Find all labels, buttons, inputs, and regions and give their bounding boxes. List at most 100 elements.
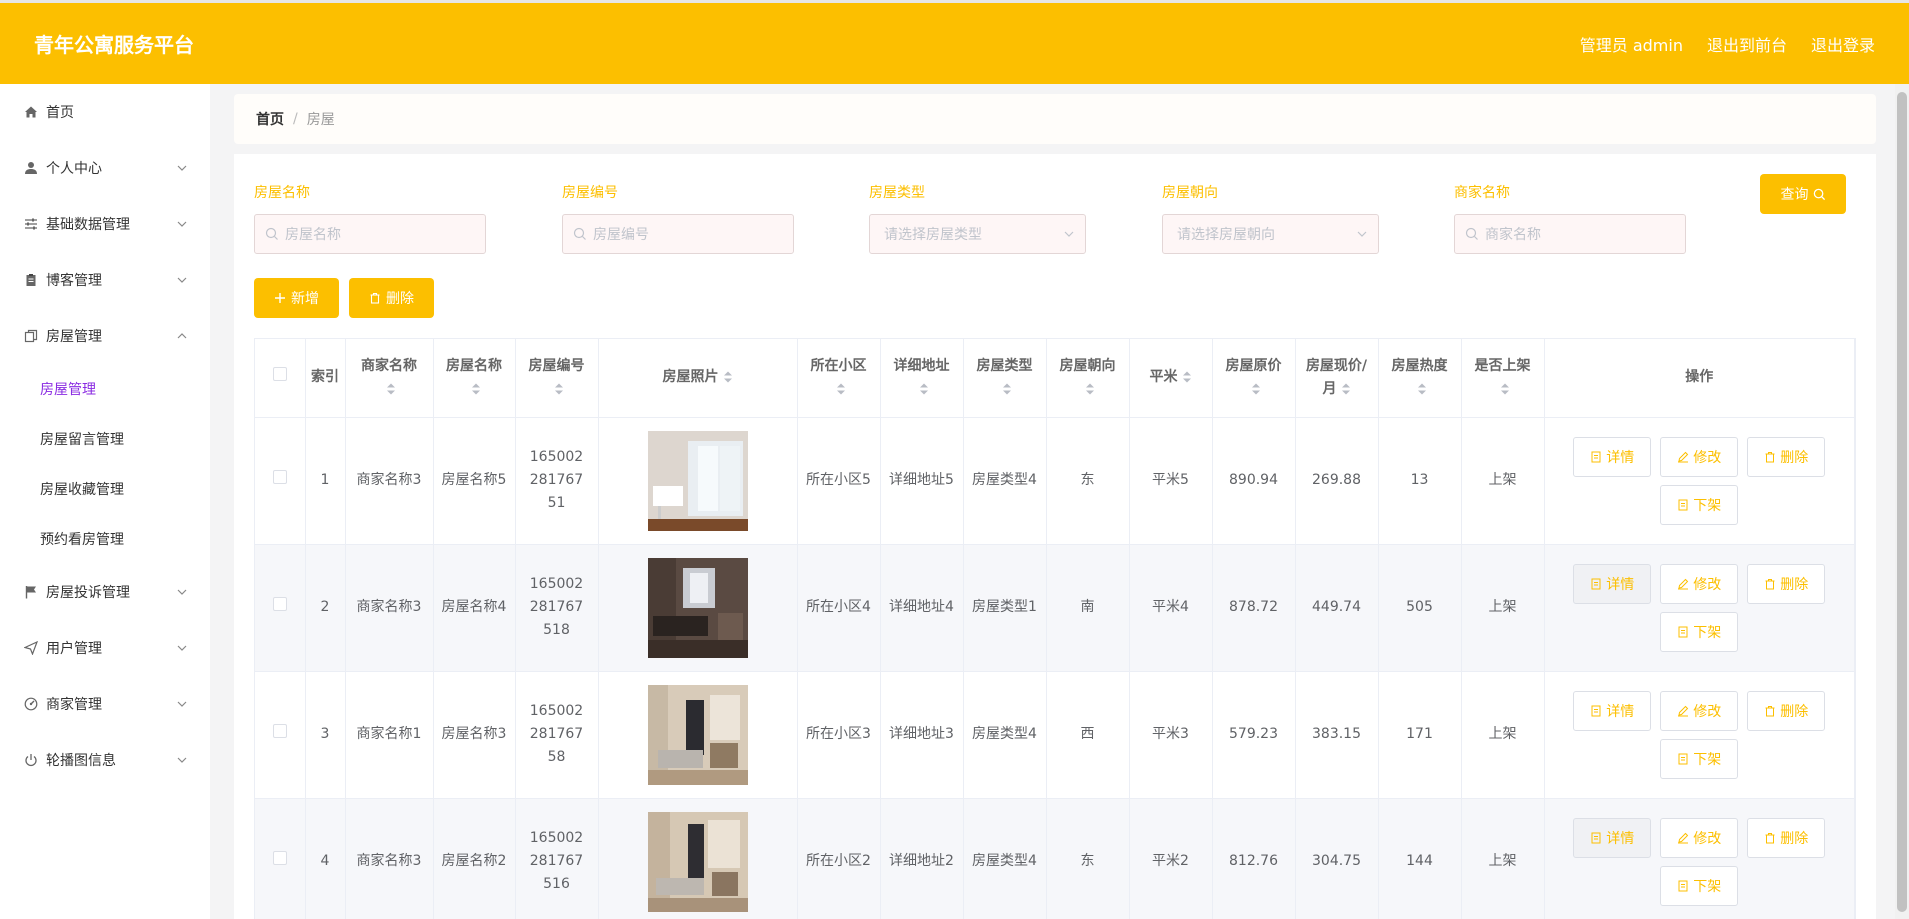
house-name-input[interactable]: 房屋名称	[254, 214, 486, 254]
unlist-button[interactable]: 下架	[1660, 611, 1739, 652]
col-photo[interactable]: 房屋照片	[598, 339, 798, 418]
unlist-button[interactable]: 下架	[1660, 738, 1739, 779]
row-checkbox[interactable]	[272, 470, 287, 484]
edit-button[interactable]: 修改	[1660, 563, 1739, 604]
col-label: 平米	[1149, 369, 1178, 386]
sidebar-item-base-data[interactable]: 基础数据管理	[0, 196, 210, 252]
detail-button[interactable]: 详情	[1573, 690, 1652, 731]
edit-button[interactable]: 修改	[1660, 817, 1739, 858]
delete-button[interactable]: 删除	[1747, 563, 1826, 604]
cell-orientation: 东	[1046, 798, 1130, 919]
cell-orig-price: 890.94	[1212, 417, 1296, 545]
table-row[interactable]: 1 商家名称3 房屋名称5 16500228176751 所在小区5 详细地址5 房屋类型4…	[255, 417, 1855, 545]
house-type-select[interactable]: 请选择房屋类型	[869, 214, 1086, 254]
detail-label: 详情	[1606, 830, 1635, 847]
edit-icon	[1678, 705, 1689, 716]
col-label: 商家名称	[361, 357, 417, 374]
detail-label: 详情	[1606, 449, 1635, 466]
logout-link[interactable]: 退出登录	[1811, 32, 1875, 56]
col-area[interactable]: 平米	[1129, 339, 1213, 418]
cell-cur-price: 383.15	[1295, 671, 1379, 799]
detail-button[interactable]: 详情	[1573, 563, 1652, 604]
col-merchant[interactable]: 商家名称	[345, 339, 434, 418]
table-row[interactable]: 4 商家名称3 房屋名称2 165002281767516 所在小区2 详细地址2 房屋类型…	[255, 798, 1855, 919]
sidebar-item-merchant[interactable]: 商家管理	[0, 676, 210, 732]
cell-photo	[598, 544, 798, 672]
filter-bar: 房屋名称 房屋名称 房屋编号 房屋编号 房屋类型 请选择房屋类型 房屋朝向 请选…	[254, 182, 1856, 262]
house-photo	[647, 811, 748, 912]
add-button[interactable]: 新增	[254, 278, 339, 318]
merchant-name-input[interactable]: 商家名称	[1454, 214, 1686, 254]
col-type[interactable]: 房屋类型	[963, 339, 1047, 418]
edit-button[interactable]: 修改	[1660, 690, 1739, 731]
col-orientation[interactable]: 房屋朝向	[1046, 339, 1130, 418]
document-icon	[1678, 626, 1688, 637]
house-code-input[interactable]: 房屋编号	[562, 214, 794, 254]
col-heat[interactable]: 房屋热度	[1378, 339, 1462, 418]
col-address[interactable]: 详细地址	[880, 339, 964, 418]
col-name[interactable]: 房屋名称	[433, 339, 516, 418]
sidebar-item-carousel[interactable]: 轮播图信息	[0, 732, 210, 788]
col-orig-price[interactable]: 房屋原价	[1212, 339, 1296, 418]
col-label: 所在小区	[810, 357, 867, 374]
edit-label: 修改	[1693, 576, 1722, 593]
filter-merchant-label: 商家名称	[1454, 185, 1510, 201]
row-checkbox[interactable]	[272, 724, 287, 738]
detail-button[interactable]: 详情	[1573, 817, 1652, 858]
sort-icon	[472, 383, 480, 395]
sidebar-subitem-house-favorite[interactable]: 房屋收藏管理	[0, 464, 210, 514]
cell-name: 房屋名称3	[433, 671, 516, 799]
delete-button[interactable]: 删除	[1747, 436, 1826, 477]
cell-orig-price: 878.72	[1212, 544, 1296, 672]
query-button[interactable]: 查询	[1760, 174, 1846, 214]
sidebar-item-complaint[interactable]: 房屋投诉管理	[0, 564, 210, 620]
edit-button[interactable]: 修改	[1660, 436, 1739, 477]
scrollbar-thumb[interactable]	[1897, 92, 1907, 912]
cell-orientation: 东	[1046, 417, 1130, 545]
chevron-down-icon	[177, 165, 187, 171]
delete-button[interactable]: 删除	[1747, 817, 1826, 858]
sidebar-subitem-house-manage[interactable]: 房屋管理	[0, 364, 210, 414]
cell-orig-price: 812.76	[1212, 798, 1296, 919]
cell-heat: 505	[1378, 544, 1462, 672]
filter-merchant: 商家名称 商家名称	[1454, 182, 1686, 254]
delete-label: 删除	[1780, 449, 1809, 466]
sidebar-item-label: 个人中心	[46, 161, 102, 177]
batch-delete-button[interactable]: 删除	[349, 278, 434, 318]
detail-button[interactable]: 详情	[1573, 436, 1652, 477]
col-listed[interactable]: 是否上架	[1461, 339, 1545, 418]
col-code[interactable]: 房屋编号	[515, 339, 599, 418]
cell-photo	[598, 417, 798, 545]
edit-label: 修改	[1693, 703, 1722, 720]
sidebar-item-house[interactable]: 房屋管理	[0, 308, 210, 364]
sidebar-subitem-house-message[interactable]: 房屋留言管理	[0, 414, 210, 464]
chevron-down-icon	[177, 277, 187, 283]
delete-button[interactable]: 删除	[1747, 690, 1826, 731]
sidebar-item-users[interactable]: 用户管理	[0, 620, 210, 676]
sort-icon	[387, 383, 395, 395]
row-checkbox[interactable]	[272, 851, 287, 865]
sidebar-item-profile[interactable]: 个人中心	[0, 140, 210, 196]
sidebar-item-home[interactable]: 首页	[0, 84, 210, 140]
table-row[interactable]: 2 商家名称3 房屋名称4 165002281767518 所在小区4 详细地址4 房屋类型…	[255, 544, 1855, 672]
breadcrumb-home[interactable]: 首页	[256, 109, 284, 129]
row-checkbox[interactable]	[272, 597, 287, 611]
to-front-link[interactable]: 退出到前台	[1707, 32, 1787, 56]
chevron-down-icon	[1064, 231, 1074, 237]
col-cur-price[interactable]: 房屋现价/月	[1295, 339, 1379, 418]
cell-merchant: 商家名称3	[345, 544, 434, 672]
table-row[interactable]: 3 商家名称1 房屋名称3 16500228176758 所在小区3 详细地址3 房屋类型4…	[255, 671, 1855, 799]
select-all-checkbox[interactable]	[272, 367, 287, 382]
sort-icon	[1002, 383, 1011, 395]
house-orientation-select[interactable]: 请选择房屋朝向	[1162, 214, 1379, 254]
unlist-button[interactable]: 下架	[1660, 484, 1739, 525]
action-bar: 新增 删除	[254, 278, 434, 318]
col-community[interactable]: 所在小区	[797, 339, 881, 418]
col-label: 房屋朝向	[1059, 357, 1116, 374]
edit-icon	[1678, 451, 1689, 462]
cell-index: 2	[305, 544, 346, 672]
sidebar-subitem-appointment[interactable]: 预约看房管理	[0, 514, 210, 564]
sidebar-item-blog[interactable]: 博客管理	[0, 252, 210, 308]
unlist-button[interactable]: 下架	[1660, 865, 1739, 906]
col-ops: 操作	[1544, 339, 1855, 418]
